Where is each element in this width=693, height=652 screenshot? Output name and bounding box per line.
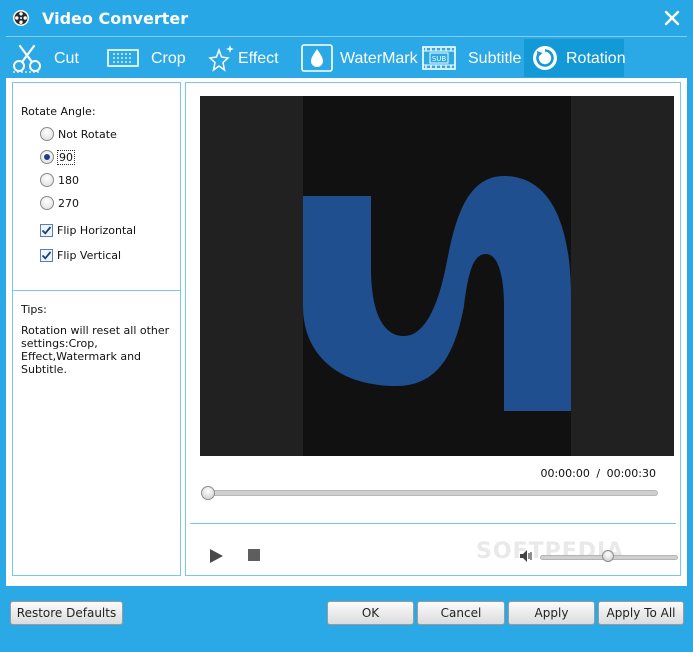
checkbox-box <box>40 224 53 237</box>
panel-divider <box>13 290 180 291</box>
radio-label: 270 <box>58 197 79 210</box>
tab-label: Subtitle <box>468 50 522 67</box>
volume-icon[interactable] <box>519 549 533 563</box>
tab-label: Rotation <box>566 50 626 67</box>
radio-circle <box>40 173 54 187</box>
apply-to-all-button[interactable]: Apply To All <box>598 601 684 625</box>
seek-bar[interactable] <box>206 490 658 496</box>
tab-cut[interactable]: Cut <box>6 39 98 77</box>
cancel-button[interactable]: Cancel <box>417 601 505 625</box>
rotation-settings-panel: Rotate Angle: Not Rotate 90 180 270 Flip… <box>12 82 181 576</box>
content-area: Rotate Angle: Not Rotate 90 180 270 Flip… <box>6 78 687 586</box>
tab-bar: Cut Crop Effect WaterMark SUB Subtitle R… <box>6 36 687 78</box>
tab-label: Effect <box>238 50 279 67</box>
checkmark-icon <box>41 251 52 260</box>
play-icon[interactable] <box>208 548 224 564</box>
tab-watermark[interactable]: WaterMark <box>296 39 418 77</box>
restore-defaults-button[interactable]: Restore Defaults <box>10 601 123 625</box>
watermark-text: SOFTPEDIA <box>476 539 625 564</box>
tab-label: Crop <box>151 50 186 67</box>
film-reel-icon <box>13 10 29 26</box>
close-icon[interactable] <box>663 9 681 27</box>
video-frame <box>200 96 674 456</box>
watermark-drop-icon <box>301 44 333 72</box>
radio-label: Not Rotate <box>58 128 117 141</box>
time-display: 00:00:00 / 00:00:30 <box>540 467 656 480</box>
svg-text:SUB: SUB <box>432 55 447 63</box>
checkbox-label: Flip Horizontal <box>57 224 137 237</box>
current-time: 00:00:00 <box>540 467 590 480</box>
checkmark-icon <box>41 226 52 235</box>
subtitle-film-icon: SUB <box>422 46 456 70</box>
checkbox-box <box>40 249 53 262</box>
checkbox-label: Flip Vertical <box>57 249 122 262</box>
sparkle-icon <box>208 45 234 72</box>
video-preview <box>200 96 674 456</box>
radio-circle <box>40 196 54 210</box>
seek-handle[interactable] <box>201 486 215 500</box>
tab-label: WaterMark <box>340 50 418 67</box>
radio-label: 90 <box>57 150 75 165</box>
rotate-angle-heading: Rotate Angle: <box>21 105 96 118</box>
ok-button[interactable]: OK <box>327 601 414 625</box>
tips-heading: Tips: <box>21 303 47 316</box>
crop-icon <box>107 49 139 67</box>
radio-circle <box>40 150 54 164</box>
scissors-icon <box>13 44 41 73</box>
apply-button[interactable]: Apply <box>508 601 595 625</box>
tab-label: Cut <box>54 50 79 67</box>
preview-panel: 00:00:00 / 00:00:30 SOFTPEDIA <box>185 82 681 576</box>
tab-effect[interactable]: Effect <box>202 39 290 77</box>
window-title: Video Converter <box>42 9 189 28</box>
tab-subtitle[interactable]: SUB Subtitle <box>418 39 522 77</box>
rotate-icon <box>533 46 557 70</box>
title-bar: Video Converter <box>0 0 693 36</box>
total-time: 00:00:30 <box>606 467 656 480</box>
stop-icon[interactable] <box>248 549 260 561</box>
radio-label: 180 <box>58 174 79 187</box>
volume-handle[interactable] <box>601 550 614 562</box>
tab-rotation[interactable]: Rotation <box>524 39 626 77</box>
tab-crop[interactable]: Crop <box>102 39 198 77</box>
controls-divider <box>190 523 676 524</box>
radio-circle <box>40 127 54 141</box>
tips-text: Rotation will reset all other settings:C… <box>21 324 170 376</box>
time-separator: / <box>596 467 601 480</box>
